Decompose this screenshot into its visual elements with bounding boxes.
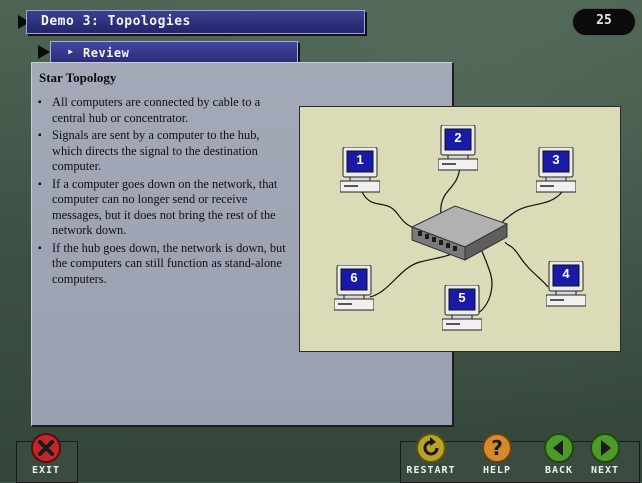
help-button[interactable]: ? HELP — [472, 432, 522, 476]
exit-label: EXIT — [31, 465, 61, 476]
computer-5: 5 — [442, 285, 482, 337]
computer-4: 4 — [546, 261, 586, 313]
page-title: Demo 3: Topologies — [41, 14, 191, 29]
title-bar: Demo 3: Topologies — [26, 10, 365, 34]
cable-4 — [504, 241, 549, 288]
hub-icon — [410, 205, 509, 261]
back-icon — [544, 433, 574, 463]
next-label: NEXT — [590, 465, 620, 476]
exit-button[interactable]: EXIT — [22, 432, 70, 476]
bullet-item: If a computer goes down on the network, … — [38, 177, 288, 239]
bullet-list: All computers are connected by cable to … — [38, 95, 288, 289]
computer-number: 3 — [552, 152, 560, 167]
svg-text:?: ? — [491, 436, 503, 460]
bullet-item: All computers are connected by cable to … — [38, 95, 288, 126]
restart-label: RESTART — [406, 465, 456, 476]
computer-number: 6 — [350, 270, 358, 285]
bullet-item: If the hub goes down, the network is dow… — [38, 241, 288, 288]
computer-number: 5 — [458, 290, 466, 305]
computer-2: 2 — [438, 125, 478, 177]
next-button[interactable]: NEXT — [584, 432, 626, 476]
section-arrow-icon — [38, 45, 50, 59]
next-icon — [590, 433, 620, 463]
computer-3: 3 — [536, 147, 576, 199]
page-number: 25 — [596, 13, 612, 28]
help-icon: ? — [482, 433, 512, 463]
exit-icon — [31, 433, 61, 463]
bullet-item: Signals are sent by a computer to the hu… — [38, 128, 288, 175]
page-number-badge: 25 — [572, 8, 636, 36]
star-topology-diagram: 1 2 3 4 5 6 — [299, 106, 621, 352]
computer-6: 6 — [334, 265, 374, 317]
back-button[interactable]: BACK — [536, 432, 582, 476]
computer-number: 2 — [454, 130, 462, 145]
restart-icon — [416, 433, 446, 463]
computer-number: 1 — [356, 152, 364, 167]
section-title: ▸ Review — [67, 44, 130, 60]
computer-1: 1 — [340, 147, 380, 199]
help-label: HELP — [482, 465, 512, 476]
section-bar: ▸ Review — [50, 41, 298, 63]
restart-button[interactable]: RESTART — [404, 432, 458, 476]
back-label: BACK — [544, 465, 574, 476]
computer-number: 4 — [562, 266, 570, 281]
content-heading: Star Topology — [39, 70, 117, 85]
